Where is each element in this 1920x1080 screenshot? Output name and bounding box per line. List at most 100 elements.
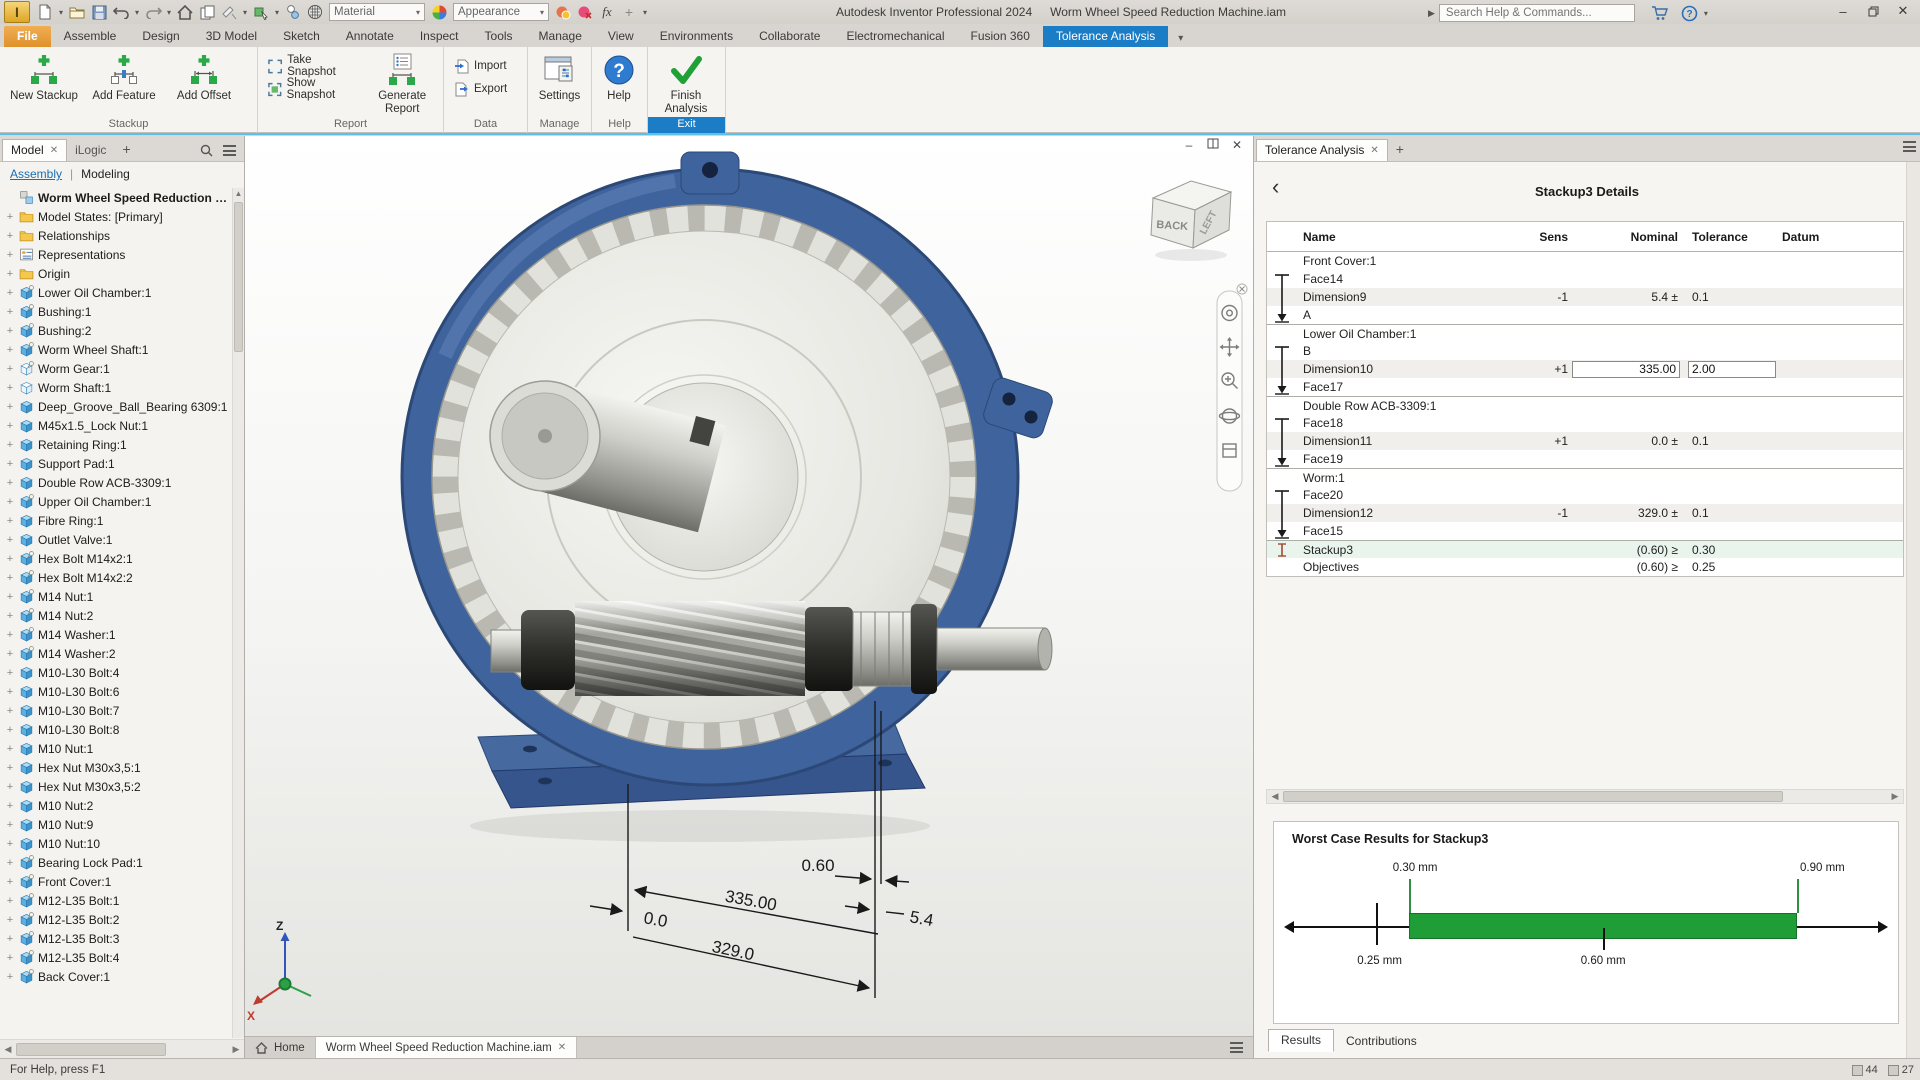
tab-manage[interactable]: Manage xyxy=(526,26,595,47)
tab-file[interactable]: File xyxy=(4,26,51,47)
tree-item[interactable]: +M10-L30 Bolt:4 xyxy=(0,663,232,682)
tab-view[interactable]: View xyxy=(595,26,647,47)
expand-icon[interactable]: + xyxy=(5,325,15,337)
tab-tools[interactable]: Tools xyxy=(472,26,526,47)
table-row-double-row-acb-3309-1[interactable]: Double Row ACB-3309:1 xyxy=(1267,396,1903,414)
appearance-sphere-icon[interactable] xyxy=(304,2,326,22)
tree-item[interactable]: +Outlet Valve:1 xyxy=(0,530,232,549)
expand-icon[interactable]: + xyxy=(5,667,15,679)
expand-icon[interactable]: + xyxy=(5,686,15,698)
expand-icon[interactable]: + xyxy=(5,268,15,280)
expand-icon[interactable]: + xyxy=(5,876,15,888)
tree-item[interactable]: +M12-L35 Bolt:1 xyxy=(0,891,232,910)
search-expand-icon[interactable]: ▶ xyxy=(1428,8,1435,19)
col-datum[interactable]: Datum xyxy=(1776,222,1903,251)
table-row-front-cover-1[interactable]: Front Cover:1 xyxy=(1267,252,1903,270)
tree-item[interactable]: +M10 Nut:2 xyxy=(0,796,232,815)
expand-icon[interactable]: + xyxy=(5,420,15,432)
browser-vertical-scrollbar[interactable]: ▲ xyxy=(232,188,244,1038)
tab-electromechanical[interactable]: Electromechanical xyxy=(833,26,957,47)
qat-add-icon[interactable]: + xyxy=(618,2,640,22)
doc-close-icon[interactable]: ✕ xyxy=(1229,138,1245,152)
table-row-face17[interactable]: Face17 xyxy=(1267,378,1903,396)
tree-item[interactable]: +M10-L30 Bolt:8 xyxy=(0,720,232,739)
table-row-face20[interactable]: Face20 xyxy=(1267,486,1903,504)
quick-measure-icon[interactable] xyxy=(218,2,240,22)
tree-item[interactable]: +M12-L35 Bolt:3 xyxy=(0,929,232,948)
tree-root[interactable]: Worm Wheel Speed Reduction Machine xyxy=(0,188,232,207)
expand-icon[interactable]: + xyxy=(5,363,15,375)
measure-caret-icon[interactable]: ▾ xyxy=(240,8,250,17)
expand-icon[interactable]: + xyxy=(5,895,15,907)
take-snapshot-button[interactable]: Take Snapshot xyxy=(262,56,365,76)
tab-environments[interactable]: Environments xyxy=(647,26,746,47)
browser-add-tab-button[interactable]: + xyxy=(114,138,138,161)
tab-tolerance-close-icon[interactable]: ✕ xyxy=(1370,145,1378,156)
table-row-face18[interactable]: Face18 xyxy=(1267,414,1903,432)
help-button[interactable]: ? Help xyxy=(596,50,642,103)
expand-icon[interactable]: + xyxy=(5,743,15,755)
navigation-toolbar[interactable] xyxy=(1217,284,1247,491)
tree-item[interactable]: +M10-L30 Bolt:6 xyxy=(0,682,232,701)
inventor-logo-icon[interactable]: I xyxy=(4,1,30,23)
tree-item[interactable]: +M10-L30 Bolt:7 xyxy=(0,701,232,720)
tab-contributions[interactable]: Contributions xyxy=(1334,1031,1429,1052)
expand-icon[interactable]: + xyxy=(5,249,15,261)
expand-icon[interactable]: + xyxy=(5,344,15,356)
expand-icon[interactable]: + xyxy=(5,762,15,774)
new-stackup-button[interactable]: New Stackup xyxy=(4,50,84,103)
expand-icon[interactable]: + xyxy=(5,838,15,850)
new-file-caret-icon[interactable]: ▾ xyxy=(56,8,66,17)
expand-icon[interactable]: + xyxy=(5,591,15,603)
appearance-select[interactable]: Appearance▾ xyxy=(453,3,549,21)
search-input[interactable] xyxy=(1439,4,1635,22)
app-store-cart-icon[interactable] xyxy=(1649,3,1671,23)
save-icon[interactable] xyxy=(88,2,110,22)
tab-3d-model[interactable]: 3D Model xyxy=(193,26,270,47)
expand-icon[interactable]: + xyxy=(5,800,15,812)
tab-tolerance-analysis[interactable]: Tolerance Analysis ✕ xyxy=(1256,139,1388,161)
tab-results[interactable]: Results xyxy=(1268,1029,1334,1052)
doc-tile-icon[interactable] xyxy=(1205,138,1221,152)
view-cube-back-label[interactable]: BACK xyxy=(1156,219,1189,233)
adjust-appearance-icon[interactable] xyxy=(552,2,574,22)
tab-model[interactable]: Model ✕ xyxy=(2,139,67,161)
settings-button[interactable]: Settings xyxy=(532,50,587,103)
expand-icon[interactable]: + xyxy=(5,724,15,736)
tree-item[interactable]: +Retaining Ring:1 xyxy=(0,435,232,454)
tree-item[interactable]: +M10 Nut:10 xyxy=(0,834,232,853)
sheet-copy-icon[interactable] xyxy=(196,2,218,22)
browser-search-icon[interactable] xyxy=(200,144,213,157)
home-icon[interactable] xyxy=(174,2,196,22)
tree-item[interactable]: +Bearing Lock Pad:1 xyxy=(0,853,232,872)
expand-icon[interactable]: + xyxy=(5,572,15,584)
table-row-dimension12[interactable]: Dimension12-1329.0 ±0.1 xyxy=(1267,504,1903,522)
expand-icon[interactable]: + xyxy=(5,952,15,964)
export-button[interactable]: Export xyxy=(448,79,513,99)
assembly-view-link[interactable]: Assembly xyxy=(10,167,62,181)
undo-caret-icon[interactable]: ▾ xyxy=(132,8,142,17)
expand-icon[interactable]: + xyxy=(5,230,15,242)
expand-icon[interactable]: + xyxy=(5,287,15,299)
tree-item[interactable]: +Hex Nut M30x3,5:1 xyxy=(0,758,232,777)
expand-icon[interactable]: + xyxy=(5,382,15,394)
add-feature-button[interactable]: Add Feature xyxy=(84,50,164,103)
expand-icon[interactable]: + xyxy=(5,610,15,622)
expand-icon[interactable]: + xyxy=(5,439,15,451)
table-row-face15[interactable]: Face15 xyxy=(1267,522,1903,540)
browser-menu-icon[interactable] xyxy=(223,145,236,156)
tree-item[interactable]: +M10 Nut:9 xyxy=(0,815,232,834)
tab-tolerance-analysis[interactable]: Tolerance Analysis xyxy=(1043,26,1168,47)
col-nominal[interactable]: Nominal xyxy=(1572,222,1684,251)
new-file-icon[interactable] xyxy=(34,2,56,22)
tree-item[interactable]: +Bushing:2 xyxy=(0,321,232,340)
tree-item[interactable]: +Relationships xyxy=(0,226,232,245)
add-offset-button[interactable]: Add Offset xyxy=(164,50,244,103)
expand-icon[interactable]: + xyxy=(5,401,15,413)
tree-item[interactable]: +Back Cover:1 xyxy=(0,967,232,986)
tree-item[interactable]: +M12-L35 Bolt:2 xyxy=(0,910,232,929)
tree-item[interactable]: +Model States: [Primary] xyxy=(0,207,232,226)
details-horizontal-scrollbar[interactable]: ◀ ▶ xyxy=(1266,789,1904,804)
tab-ilogic[interactable]: iLogic xyxy=(67,140,114,161)
table-row-stackup3[interactable]: Stackup3(0.60) ≥0.30 xyxy=(1267,540,1903,558)
